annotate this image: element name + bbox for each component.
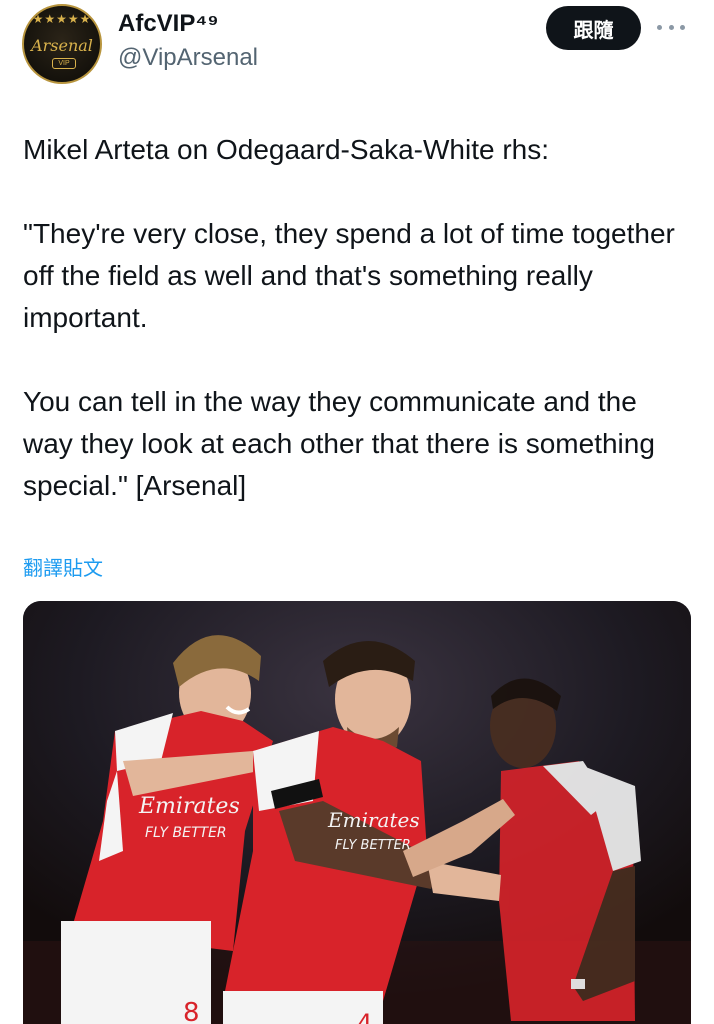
avatar[interactable]: ★★★★★ Arsenal VIP [22,4,102,84]
follow-button[interactable]: 跟隨 [546,6,641,50]
dot-icon [657,24,662,30]
left-shirt-tagline: FLY BETTER [145,825,227,841]
dot-icon [680,24,685,30]
left-shirt-sponsor: Emirates [138,794,240,819]
translate-post-link[interactable]: 翻譯貼文 [23,552,103,581]
avatar-vip-badge: VIP [52,58,76,69]
dot-icon [668,24,674,30]
tweet-text: Mikel Arteta on Odegaard-Saka-White rhs:… [23,134,675,501]
center-shorts-number: 4 [357,1009,372,1024]
display-name[interactable]: AfcVIP⁴⁹ [118,10,219,38]
left-shorts-number: 8 [183,998,200,1024]
center-shirt-tagline: FLY BETTER [335,838,411,853]
avatar-brand-text: Arsenal [31,36,93,55]
tweet-header: ★★★★★ Arsenal VIP AfcVIP⁴⁹ @VipArsenal 跟… [0,0,714,100]
center-shirt-sponsor: Emirates [327,808,420,832]
avatar-stars: ★★★★★ [32,12,92,26]
tweet-media-image[interactable]: Emirates FLY BETTER 8 Emirates FLY BETTE… [23,601,691,1024]
players-celebrating-photo: Emirates FLY BETTER 8 Emirates FLY BETTE… [23,601,691,1024]
more-horizontal-icon[interactable] [653,16,689,38]
user-handle[interactable]: @VipArsenal [118,44,258,72]
